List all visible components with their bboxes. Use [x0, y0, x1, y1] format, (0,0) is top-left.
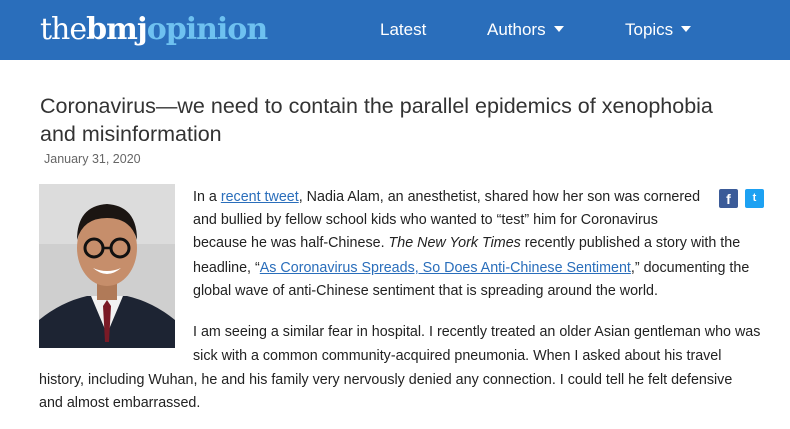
- article-date: January 31, 2020: [44, 152, 141, 166]
- para1-l4-post: ,” documenting the: [630, 260, 750, 276]
- para1-l3-post: recently published a story with the: [520, 235, 741, 251]
- para1-line5: global wave of anti-Chinese sentiment th…: [193, 283, 658, 299]
- para1-l1-pre: In a: [193, 189, 221, 205]
- chevron-down-icon: [681, 26, 692, 32]
- facebook-icon: f: [726, 191, 731, 207]
- article-title-line2: and misinformation: [40, 122, 222, 146]
- nyt-name: The New York Times: [388, 235, 521, 251]
- nav-topics-dropdown[interactable]: Topics: [625, 0, 692, 60]
- para1-l1-post: , Nadia Alam, an anesthetist, shared how…: [298, 189, 701, 205]
- para1-line4: headline, “As Coronavirus Spreads, So Do…: [193, 257, 749, 281]
- author-portrait-image: [39, 184, 175, 348]
- para2-line1: I am seeing a similar fear in hospital. …: [193, 324, 761, 340]
- author-photo: [39, 184, 175, 348]
- logo-bmj: bmj: [86, 12, 148, 47]
- nav-authors-label: Authors: [487, 20, 546, 39]
- article-title: Coronavirus—we need to contain the paral…: [40, 92, 760, 148]
- para1-l4-pre: headline, “: [193, 260, 260, 276]
- nav-latest-label: Latest: [380, 20, 427, 39]
- bmj-opinion-logo[interactable]: thebmjopinion: [40, 10, 268, 50]
- twitter-icon: t: [752, 192, 757, 204]
- logo-opinion: opinion: [146, 12, 268, 47]
- nav-topics-label: Topics: [625, 20, 674, 39]
- article-title-line1: Coronavirus—we need to contain the paral…: [40, 94, 713, 118]
- facebook-share-button[interactable]: f: [719, 189, 738, 208]
- para2-line3: history, including Wuhan, he and his fam…: [39, 372, 733, 388]
- nyt-article-link[interactable]: As Coronavirus Spreads, So Does Anti-Chi…: [260, 260, 631, 276]
- para2-line4: and almost embarrassed.: [39, 395, 201, 411]
- chevron-down-icon: [553, 26, 564, 32]
- site-header: thebmjopinion Latest Authors Topics: [0, 0, 790, 60]
- para1-line2: and bullied by fellow school kids who wa…: [193, 212, 658, 228]
- para1-l3-pre: because he was half-Chinese.: [193, 235, 389, 251]
- nav-authors-dropdown[interactable]: Authors: [487, 0, 564, 60]
- logo-the: the: [40, 12, 87, 47]
- recent-tweet-link[interactable]: recent tweet: [221, 189, 299, 205]
- nav-latest[interactable]: Latest: [380, 0, 426, 60]
- twitter-share-button[interactable]: t: [745, 189, 764, 208]
- para2-line2: sick with a common community-acquired pn…: [193, 348, 722, 364]
- para1-line1: In a recent tweet, Nadia Alam, an anesth…: [193, 186, 700, 210]
- para1-line3: because he was half-Chinese. The New Yor…: [193, 232, 740, 256]
